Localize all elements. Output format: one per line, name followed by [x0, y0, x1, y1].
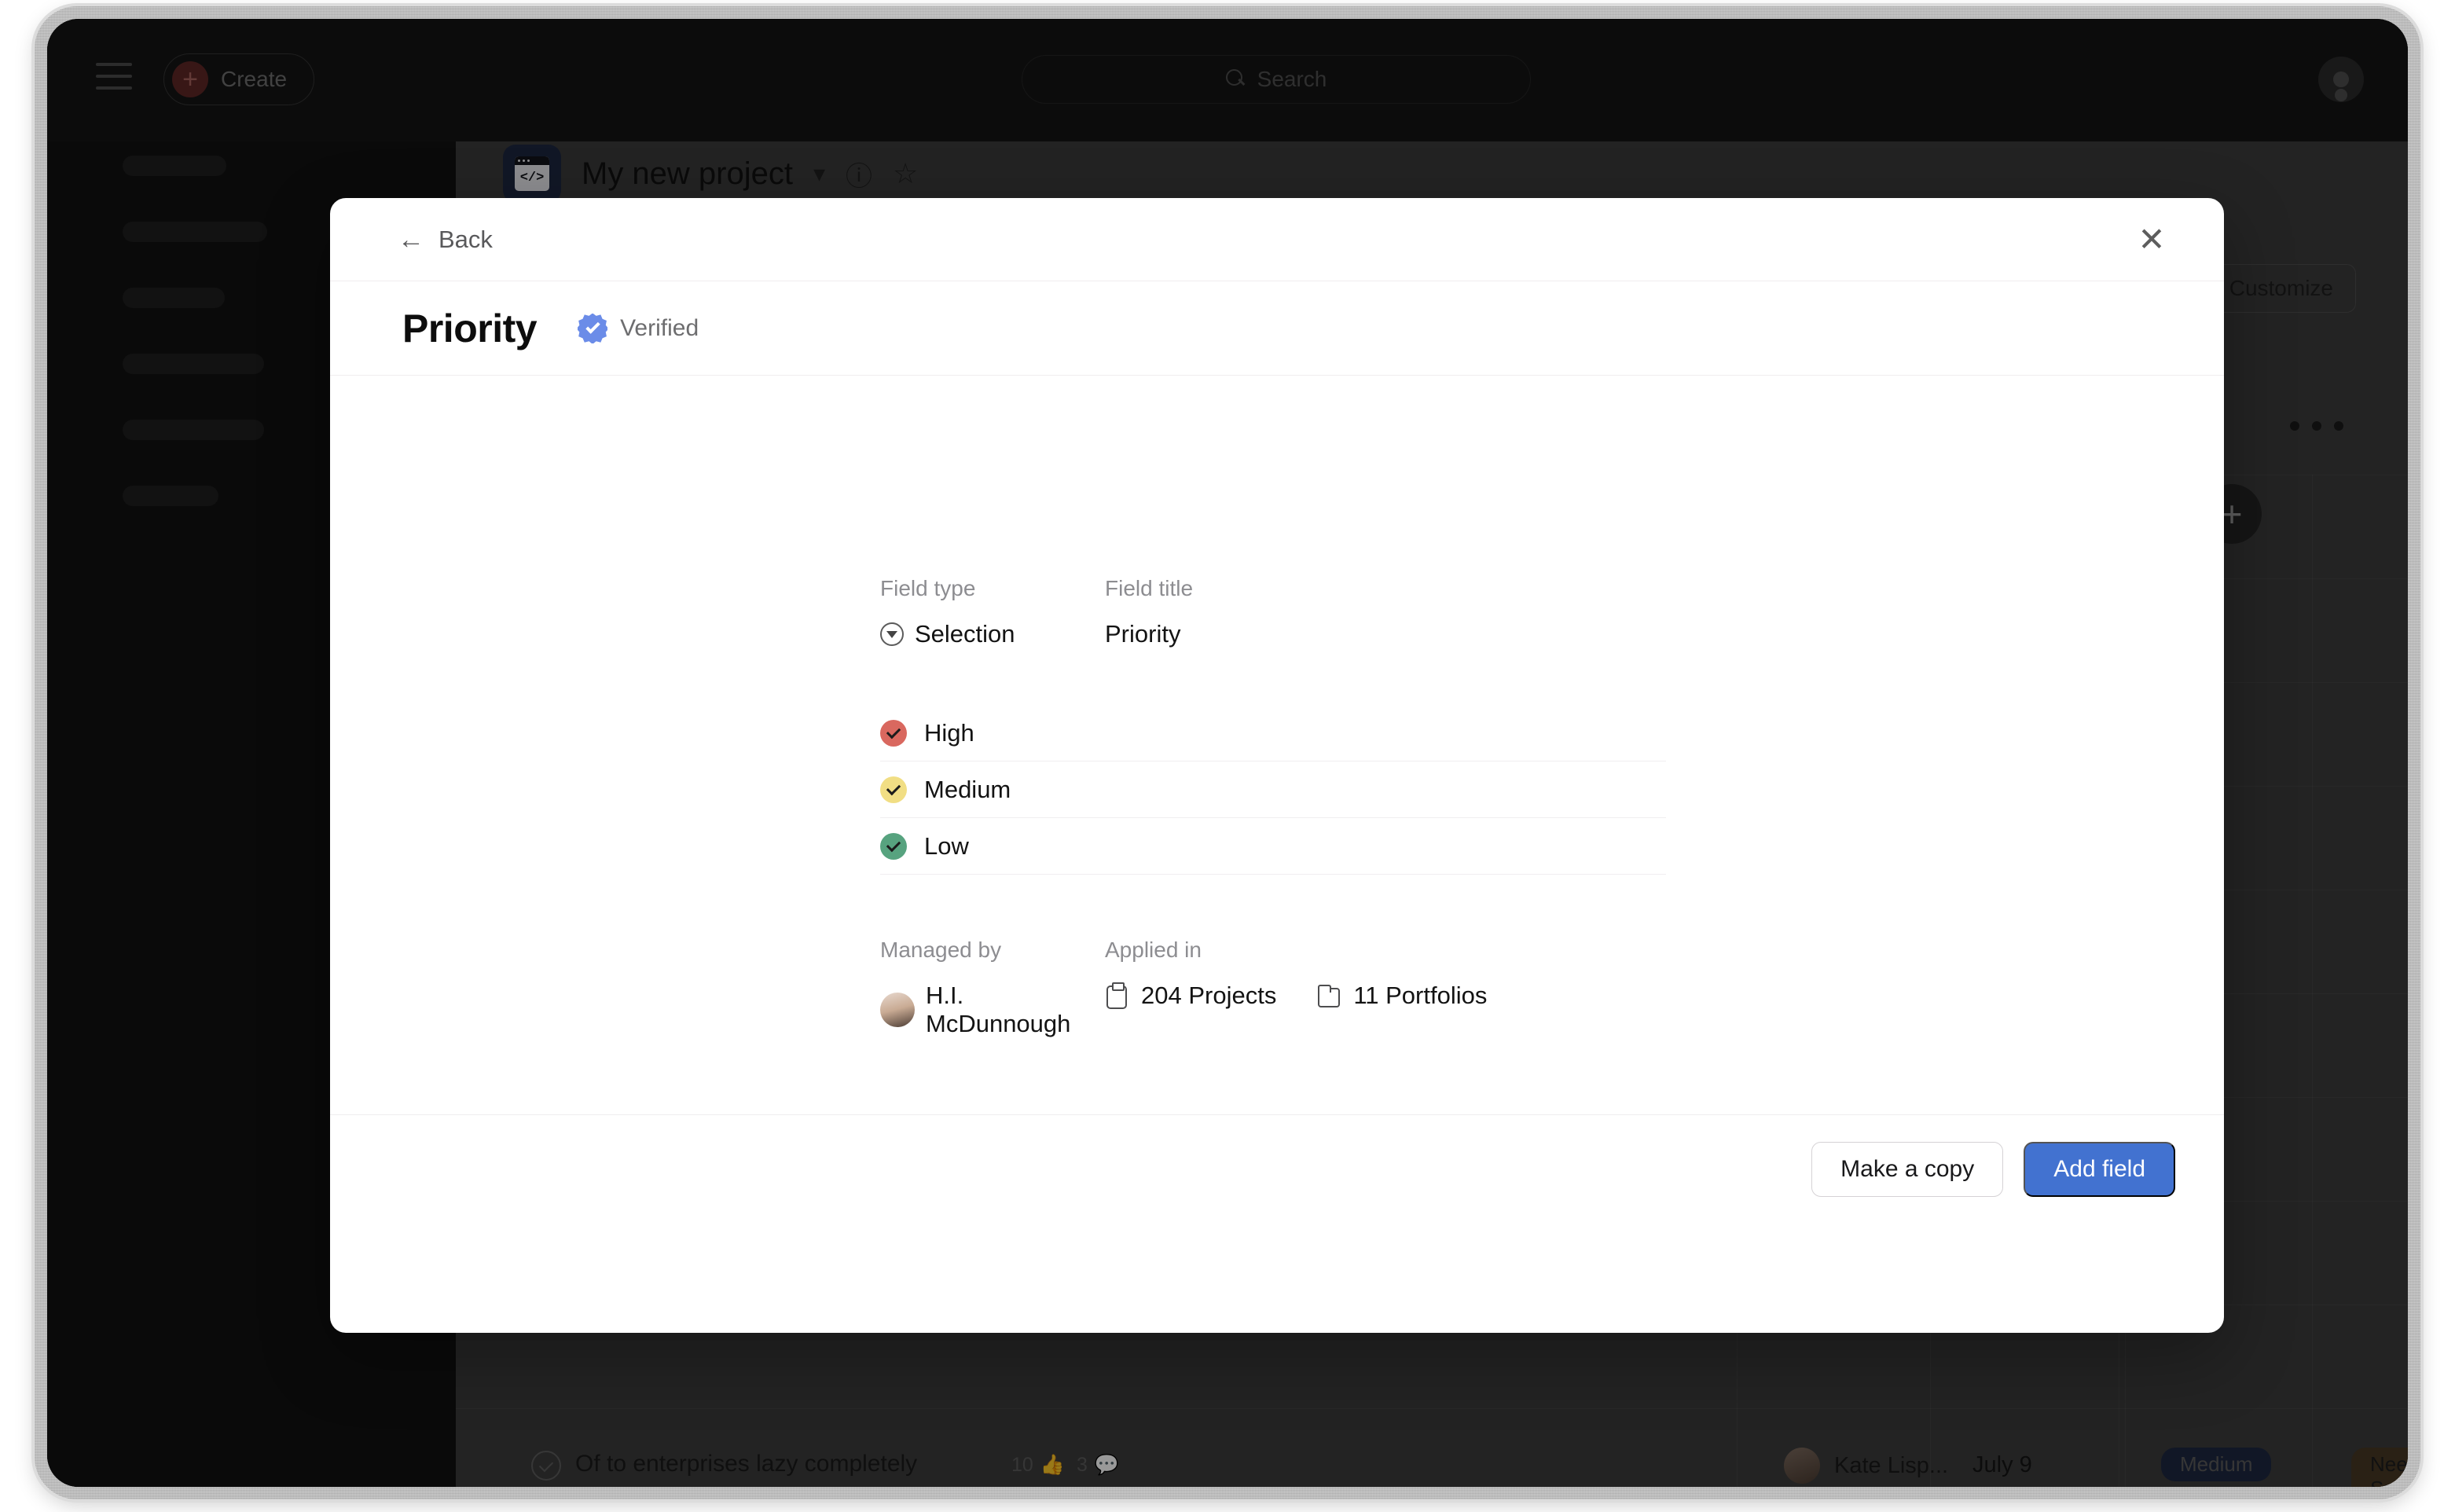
modal-body: Field type Selection Field title Priorit… — [330, 376, 2224, 1223]
applied-portfolios-label: 11 Portfolios — [1353, 982, 1488, 1009]
clipboard-icon — [1105, 982, 1128, 1009]
field-type-value[interactable]: Selection — [880, 620, 1105, 648]
field-type-label: Field type — [880, 576, 976, 600]
chevron-down-icon — [880, 719, 907, 747]
applied-in-label: Applied in — [1105, 938, 1202, 962]
modal-footer: Make a copy Add field — [330, 1114, 2224, 1223]
managed-by-group: Managed by H.I. McDunnough — [880, 938, 1105, 1038]
applied-projects-label: 204 Projects — [1141, 982, 1277, 1009]
modal-header: ← Back ✕ — [330, 198, 2224, 281]
field-options-list: High Medium Low — [880, 705, 1666, 875]
field-title-input[interactable]: Priority — [1105, 620, 1435, 648]
applied-in-values: 204 Projects 11 Portfolios — [1105, 982, 1487, 1010]
applied-in-group: Applied in 204 Projects 11 Portfolios — [1105, 938, 1487, 1038]
add-field-button[interactable]: Add field — [2024, 1141, 2175, 1197]
field-type-text: Selection — [915, 620, 1015, 648]
field-meta-row: Field type Selection Field title Priorit… — [880, 576, 1666, 648]
field-title-group: Field title Priority — [1105, 576, 1435, 648]
close-icon[interactable]: ✕ — [2130, 218, 2174, 262]
status-badge: Verified — [578, 313, 699, 343]
option-label: Low — [924, 831, 969, 860]
list-item[interactable]: High — [880, 705, 1666, 762]
back-button-label: Back — [439, 225, 493, 253]
modal-title-bar: Priority Verified — [330, 281, 2224, 376]
list-item[interactable]: Medium — [880, 762, 1666, 818]
chevron-down-icon — [880, 776, 907, 803]
field-details-modal: ← Back ✕ Priority Verified Field type Se… — [330, 198, 2224, 1333]
selection-icon — [880, 622, 904, 646]
field-type-group: Field type Selection — [880, 576, 1105, 648]
field-ownership-row: Managed by H.I. McDunnough Applied in 20… — [880, 938, 1666, 1038]
field-title-text: Priority — [1105, 620, 1181, 648]
list-item[interactable]: Low — [880, 818, 1666, 875]
verified-label: Verified — [620, 314, 699, 341]
field-form: Field type Selection Field title Priorit… — [880, 576, 1666, 1038]
option-label: Medium — [924, 775, 1011, 803]
applied-projects[interactable]: 204 Projects — [1105, 982, 1276, 1010]
make-a-copy-button[interactable]: Make a copy — [1811, 1141, 2004, 1197]
device-frame: </> My new project ▾ ⓘ ☆ ⚭ Share C — [35, 6, 2420, 1499]
arrow-left-icon: ← — [398, 224, 424, 255]
page-title: Priority — [402, 306, 538, 350]
folder-icon — [1317, 982, 1341, 1009]
field-title-label: Field title — [1105, 576, 1194, 600]
chevron-down-icon — [880, 832, 907, 860]
back-button[interactable]: ← Back — [398, 226, 493, 254]
applied-portfolios[interactable]: 11 Portfolios — [1317, 982, 1487, 1010]
app-window: </> My new project ▾ ⓘ ☆ ⚭ Share C — [47, 19, 2408, 1487]
option-label: High — [924, 718, 974, 747]
managed-by-value[interactable]: H.I. McDunnough — [880, 982, 1105, 1038]
avatar — [880, 993, 915, 1027]
verified-icon — [578, 313, 608, 343]
managed-by-label: Managed by — [880, 938, 1002, 962]
manager-name: H.I. McDunnough — [926, 982, 1071, 1037]
